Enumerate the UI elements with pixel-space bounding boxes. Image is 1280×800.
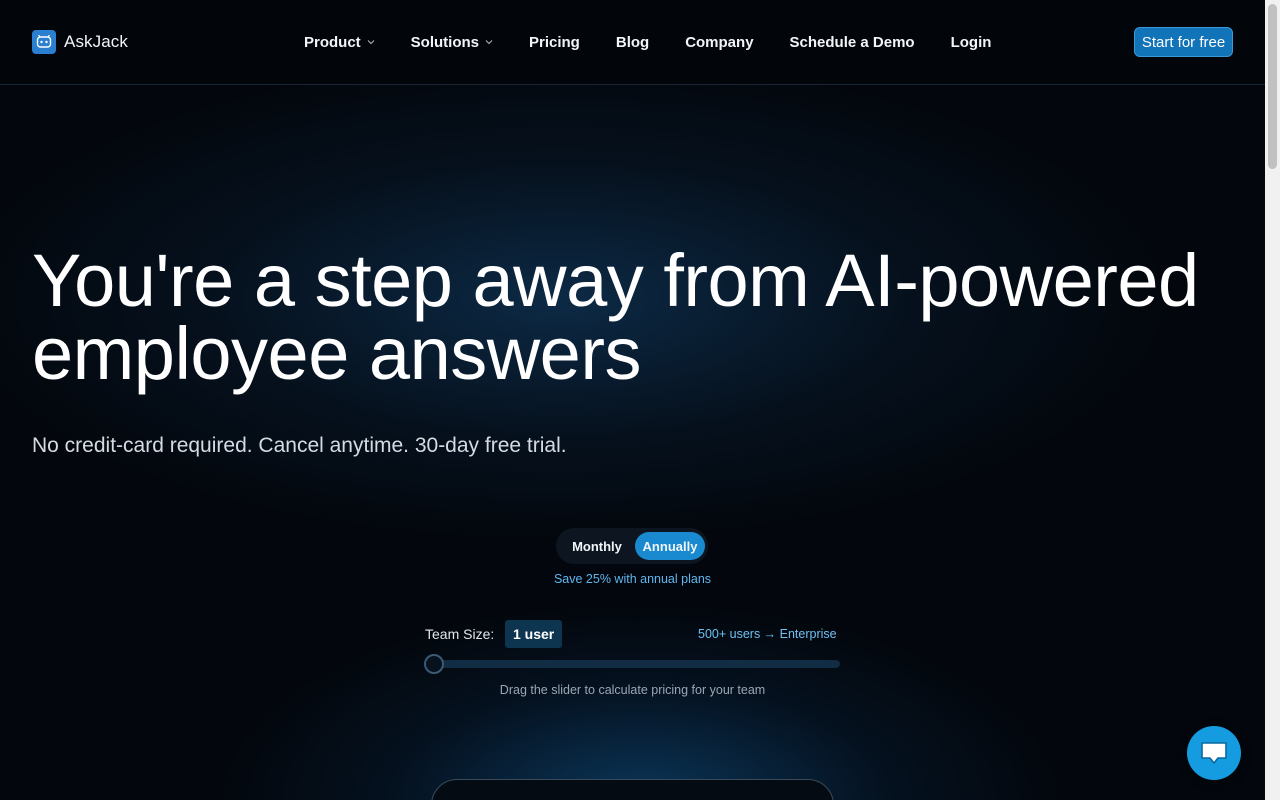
pricing-card: [431, 779, 834, 800]
hero-title-line-2: employee answers: [32, 312, 641, 395]
chat-launcher-button[interactable]: [1187, 726, 1241, 780]
nav-item-blog[interactable]: Blog: [616, 34, 649, 51]
slider-hint: Drag the slider to calculate pricing for…: [499, 683, 766, 697]
nav-item-schedule-demo[interactable]: Schedule a Demo: [790, 34, 915, 51]
billing-monthly-option[interactable]: Monthly: [559, 532, 635, 560]
chat-bubble-icon: [1201, 742, 1227, 764]
nav-item-label: Schedule a Demo: [789, 33, 915, 51]
nav-item-pricing[interactable]: Pricing: [529, 34, 580, 51]
nav-item-label: Blog: [615, 33, 650, 51]
site-header: AskJack Product Solutions Pricing Blog C…: [0, 0, 1265, 85]
team-size-label: Team Size:: [425, 626, 495, 642]
team-size-slider-track[interactable]: [430, 660, 840, 668]
robot-face-icon: [32, 30, 56, 54]
chevron-down-icon: [485, 40, 493, 45]
nav-item-product[interactable]: Product: [304, 34, 375, 51]
nav-item-login[interactable]: Login: [951, 34, 992, 51]
brand-logo[interactable]: AskJack: [32, 30, 128, 54]
hero-title: You're a step away from AI-powered emplo…: [32, 244, 1252, 391]
start-for-free-button[interactable]: Start for free: [1134, 27, 1233, 57]
billing-toggle: Monthly Annually: [556, 528, 708, 564]
hero-subtitle: No credit-card required. Cancel anytime.…: [32, 434, 567, 457]
nav-item-label: Product: [304, 33, 361, 51]
chevron-down-icon: [367, 40, 375, 45]
nav-item-label: Pricing: [529, 33, 580, 51]
scrollbar-thumb[interactable]: [1268, 4, 1277, 169]
team-size-value: 1 user: [505, 620, 563, 648]
nav-item-label: Company: [685, 33, 754, 51]
brand-name: AskJack: [64, 32, 128, 51]
annual-savings-note: Save 25% with annual plans: [553, 572, 712, 586]
main-nav: Product Solutions Pricing Blog Company S…: [304, 32, 1027, 52]
nav-item-label: Solutions: [410, 33, 479, 51]
enterprise-link[interactable]: 500+ users → Enterprise: [698, 627, 837, 641]
page-scrollbar[interactable]: [1265, 0, 1280, 800]
pricing-page: AskJack Product Solutions Pricing Blog C…: [0, 0, 1265, 800]
billing-annually-option[interactable]: Annually: [635, 532, 705, 560]
hero-title-line-1: You're a step away from AI-powered: [32, 239, 1199, 322]
nav-item-label: Login: [950, 33, 992, 51]
nav-item-solutions[interactable]: Solutions: [411, 34, 493, 51]
nav-item-company[interactable]: Company: [685, 34, 753, 51]
team-size-slider-thumb[interactable]: [424, 654, 444, 674]
